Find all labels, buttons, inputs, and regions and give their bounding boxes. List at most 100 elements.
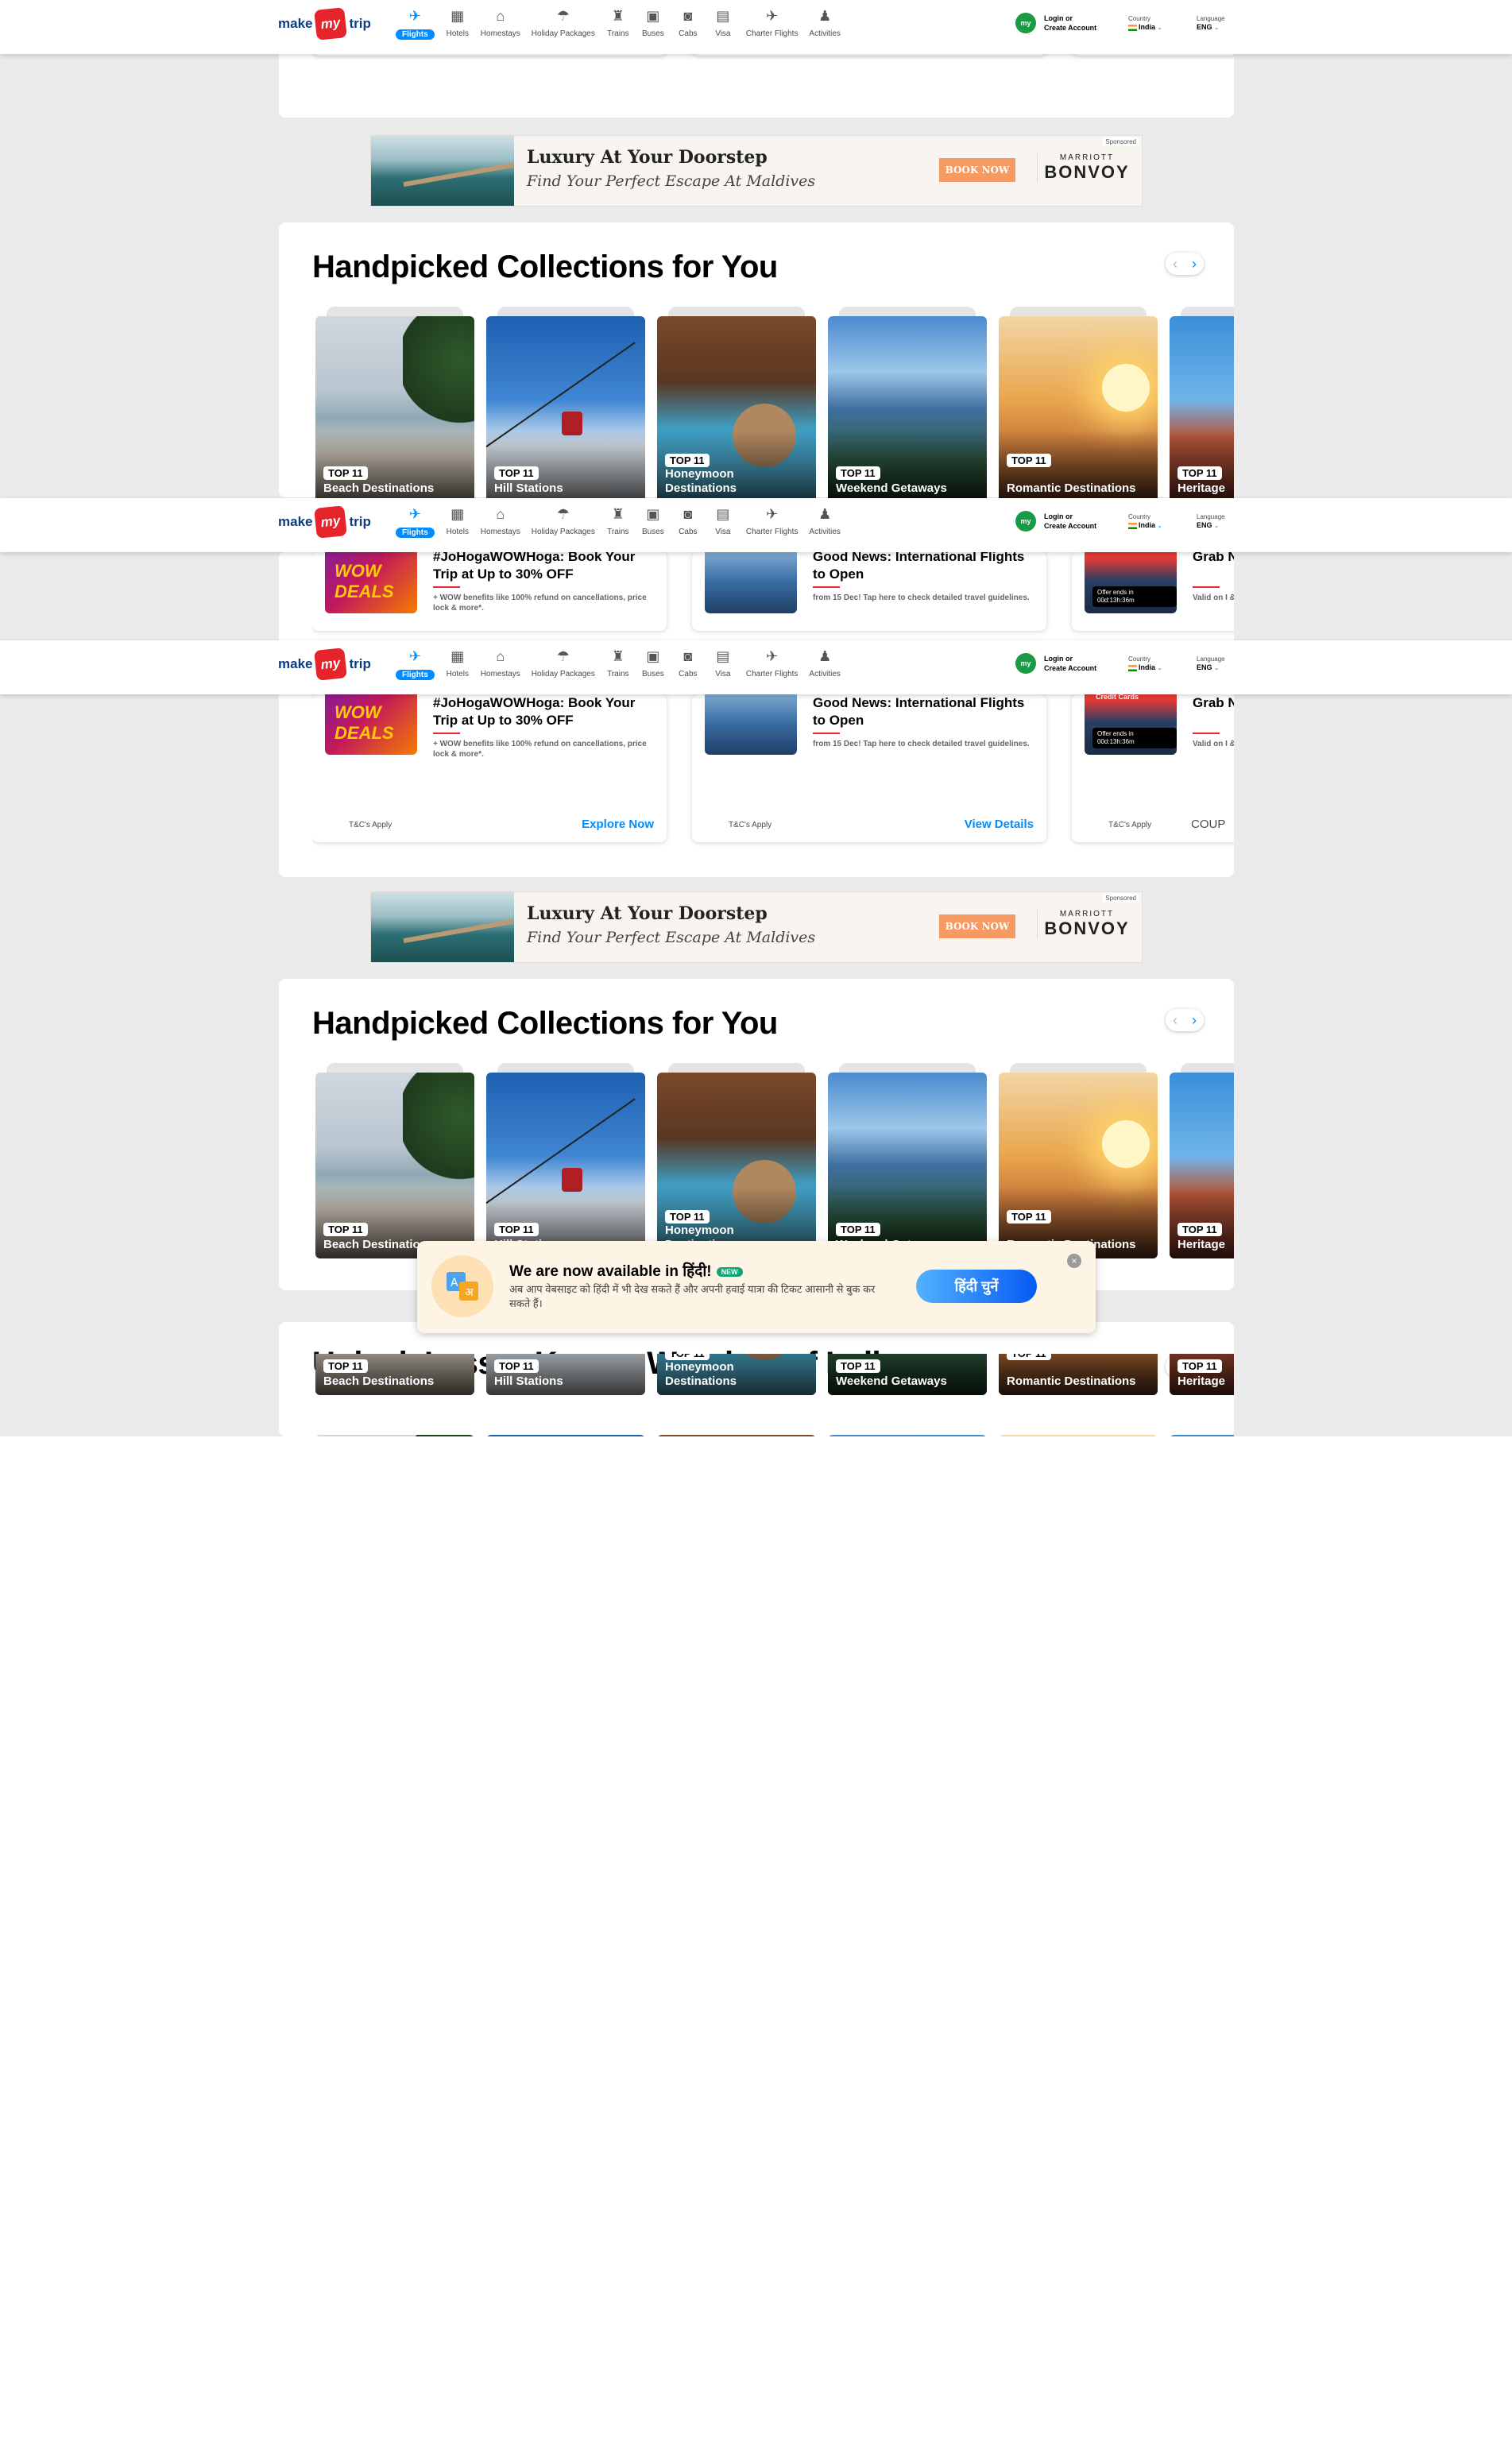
collection-image[interactable]: TOP 11Honeymoon Destinations — [657, 316, 816, 502]
nav-activities[interactable]: ♟ Activities — [809, 505, 840, 538]
nav-charter-flights[interactable]: ✈ Charter Flights — [746, 647, 799, 680]
nav-cabs[interactable]: ◙ Cabs — [676, 6, 700, 40]
collection-image[interactable]: TOP 11Beach Destinations — [315, 1073, 474, 1258]
nav-charter-flights[interactable]: ✈ Charter Flights — [746, 505, 799, 538]
collection-card[interactable]: TOP 11Heritage — [1170, 307, 1234, 502]
collection-card[interactable]: TOP 11Weekend Getaways — [828, 1425, 987, 1436]
nav-hotels[interactable]: ▦ Hotels — [446, 6, 470, 40]
nav-hotels[interactable]: ▦ Hotels — [446, 505, 470, 538]
collection-card[interactable]: TOP 11Honeymoon Destinations — [657, 1354, 816, 1395]
login-button[interactable]: my Login or Create Account — [1015, 13, 1096, 33]
collection-card[interactable]: TOP 11Honeymoon Destinations — [657, 307, 816, 502]
collection-card[interactable]: TOP 11Beach Destinations — [315, 307, 474, 502]
collection-image[interactable]: TOP 11Beach Destinations — [315, 316, 474, 502]
nav-buses[interactable]: ▣ Buses — [641, 6, 665, 40]
explore-now-link[interactable]: Explore Now — [582, 818, 654, 831]
collection-image[interactable]: TOP 11Weekend Getaways — [828, 1435, 987, 1436]
nav-homestays[interactable]: ⌂ Homestays — [481, 647, 520, 680]
collection-card[interactable]: TOP 11Hill Stations — [486, 307, 645, 502]
nav-flights[interactable]: ✈ Flights — [396, 647, 435, 680]
collection-image[interactable]: TOP 11Weekend Getaways — [828, 1354, 987, 1395]
nav-homestays[interactable]: ⌂ Homestays — [481, 505, 520, 538]
collection-card[interactable]: TOP 11Romantic Destinations — [999, 1354, 1158, 1395]
collection-image[interactable]: TOP 11Romantic Destinations — [999, 1354, 1158, 1395]
collection-card[interactable]: TOP 11Weekend Getaways — [828, 307, 987, 502]
nav-flights[interactable]: ✈ Flights — [396, 505, 435, 538]
nav-cabs[interactable]: ◙ Cabs — [676, 505, 700, 538]
makemytrip-logo[interactable]: make my trip — [278, 648, 371, 681]
collection-image[interactable]: TOP 11Honeymoon Destinations — [657, 1354, 816, 1395]
nav-holiday-packages[interactable]: ☂ Holiday Packages — [532, 647, 595, 680]
language-selector[interactable]: Language ENG ⌄ — [1197, 655, 1225, 672]
offer-card[interactable]: Credit Cards Offer ends in 00d:13h:36m G… — [1072, 694, 1234, 842]
nav-trains[interactable]: ♜ Trains — [606, 647, 630, 680]
collection-image[interactable]: TOP 11Honeymoon Destinations — [657, 1435, 816, 1436]
collection-card[interactable]: TOP 11Hill Stations — [486, 1354, 645, 1395]
offer-card[interactable]: Good News: International Flights to Open… — [692, 551, 1046, 631]
nav-flights[interactable]: ✈ Flights — [396, 6, 435, 40]
book-now-button[interactable]: BOOK NOW — [939, 914, 1015, 938]
language-selector[interactable]: Language ENG ⌄ — [1197, 512, 1225, 530]
collection-image[interactable]: TOP 11Heritage — [1170, 1354, 1234, 1395]
nav-visa[interactable]: ▤ Visa — [711, 6, 735, 40]
collection-card[interactable]: TOP 11Beach Destinations — [315, 1354, 474, 1395]
collection-image[interactable]: TOP 11Weekend Getaways — [828, 316, 987, 502]
collection-image[interactable]: TOP 11Beach Destinations — [315, 1354, 474, 1395]
collection-image[interactable]: TOP 11Weekend Getaways — [828, 1073, 987, 1258]
collection-image[interactable]: TOP 11Hill Stations — [486, 1354, 645, 1395]
collection-image[interactable]: TOP 11Heritage — [1170, 1073, 1234, 1258]
collection-card[interactable]: TOP 11Hill Stations — [486, 1063, 645, 1258]
offer-card[interactable]: Offer ends in 00d:13h:36m Grab N on Dor … — [1072, 551, 1234, 631]
nav-activities[interactable]: ♟ Activities — [809, 647, 840, 680]
country-selector[interactable]: Country India ⌄ — [1128, 512, 1162, 530]
collection-card[interactable]: TOP 11Weekend Getaways — [828, 1063, 987, 1258]
offer-card[interactable]: Good News: International Flights to Open… — [692, 694, 1046, 842]
collection-card[interactable]: TOP 11Beach Destinations — [315, 1063, 474, 1258]
nav-charter-flights[interactable]: ✈ Charter Flights — [746, 6, 799, 40]
nav-trains[interactable]: ♜ Trains — [606, 6, 630, 40]
collection-image[interactable]: TOP 11Romantic Destinations — [999, 1073, 1158, 1258]
nav-cabs[interactable]: ◙ Cabs — [676, 647, 700, 680]
collection-card[interactable]: TOP 11Heritage — [1170, 1354, 1234, 1395]
nav-homestays[interactable]: ⌂ Homestays — [481, 6, 520, 40]
nav-hotels[interactable]: ▦ Hotels — [446, 647, 470, 680]
collection-image[interactable]: TOP 11Hill Stations — [486, 1435, 645, 1436]
collection-card[interactable]: TOP 11Honeymoon Destinations — [657, 1425, 816, 1436]
collection-card[interactable]: TOP 11Heritage — [1170, 1425, 1234, 1436]
nav-holiday-packages[interactable]: ☂ Holiday Packages — [532, 6, 595, 40]
close-icon[interactable]: × — [1067, 1254, 1081, 1268]
nav-activities[interactable]: ♟ Activities — [809, 6, 840, 40]
collection-image[interactable]: TOP 11Beach Destinations — [315, 1435, 474, 1436]
ad-banner[interactable]: Luxury At Your Doorstep Find Your Perfec… — [370, 135, 1143, 207]
login-button[interactable]: my Login or Create Account — [1015, 653, 1096, 674]
collection-card[interactable]: TOP 11Romantic Destinations — [999, 1063, 1158, 1258]
nav-buses[interactable]: ▣ Buses — [641, 505, 665, 538]
prev-arrow-icon[interactable]: ‹ — [1166, 253, 1185, 275]
nav-visa[interactable]: ▤ Visa — [711, 505, 735, 538]
collection-image[interactable]: TOP 11Romantic Destinations — [999, 1435, 1158, 1436]
country-selector[interactable]: Country India ⌄ — [1128, 655, 1162, 672]
collection-image[interactable]: TOP 11Heritage — [1170, 1435, 1234, 1436]
collection-card[interactable]: TOP 11Romantic Destinations — [999, 1425, 1158, 1436]
country-selector[interactable]: Country India ⌄ — [1128, 14, 1162, 32]
makemytrip-logo[interactable]: make my trip — [278, 505, 371, 539]
collection-card[interactable]: TOP 11Romantic Destinations — [999, 307, 1158, 502]
choose-hindi-button[interactable]: हिंदी चुनें — [916, 1270, 1037, 1303]
next-arrow-icon[interactable]: › — [1185, 1009, 1204, 1031]
collection-card[interactable]: TOP 11Beach Destinations — [315, 1425, 474, 1436]
nav-buses[interactable]: ▣ Buses — [641, 647, 665, 680]
collection-image[interactable]: TOP 11Heritage — [1170, 316, 1234, 502]
collection-card[interactable]: TOP 11Heritage — [1170, 1063, 1234, 1258]
login-button[interactable]: my Login or Create Account — [1015, 511, 1096, 532]
collection-card[interactable]: TOP 11Honeymoon Destinations — [657, 1063, 816, 1258]
collection-image[interactable]: TOP 11Hill Stations — [486, 316, 645, 502]
collection-card[interactable]: TOP 11Weekend Getaways — [828, 1354, 987, 1395]
nav-holiday-packages[interactable]: ☂ Holiday Packages — [532, 505, 595, 538]
collection-image[interactable]: TOP 11Honeymoon Destinations — [657, 1073, 816, 1258]
collection-image[interactable]: TOP 11Romantic Destinations — [999, 316, 1158, 502]
collection-image[interactable]: TOP 11Hill Stations — [486, 1073, 645, 1258]
book-now-button[interactable]: BOOK NOW — [939, 158, 1015, 182]
next-arrow-icon[interactable]: › — [1185, 253, 1204, 275]
makemytrip-logo[interactable]: make my trip — [278, 7, 371, 41]
offer-card[interactable]: WOW DEALS #JoHogaWOWHoga: Book Your Trip… — [312, 694, 667, 842]
